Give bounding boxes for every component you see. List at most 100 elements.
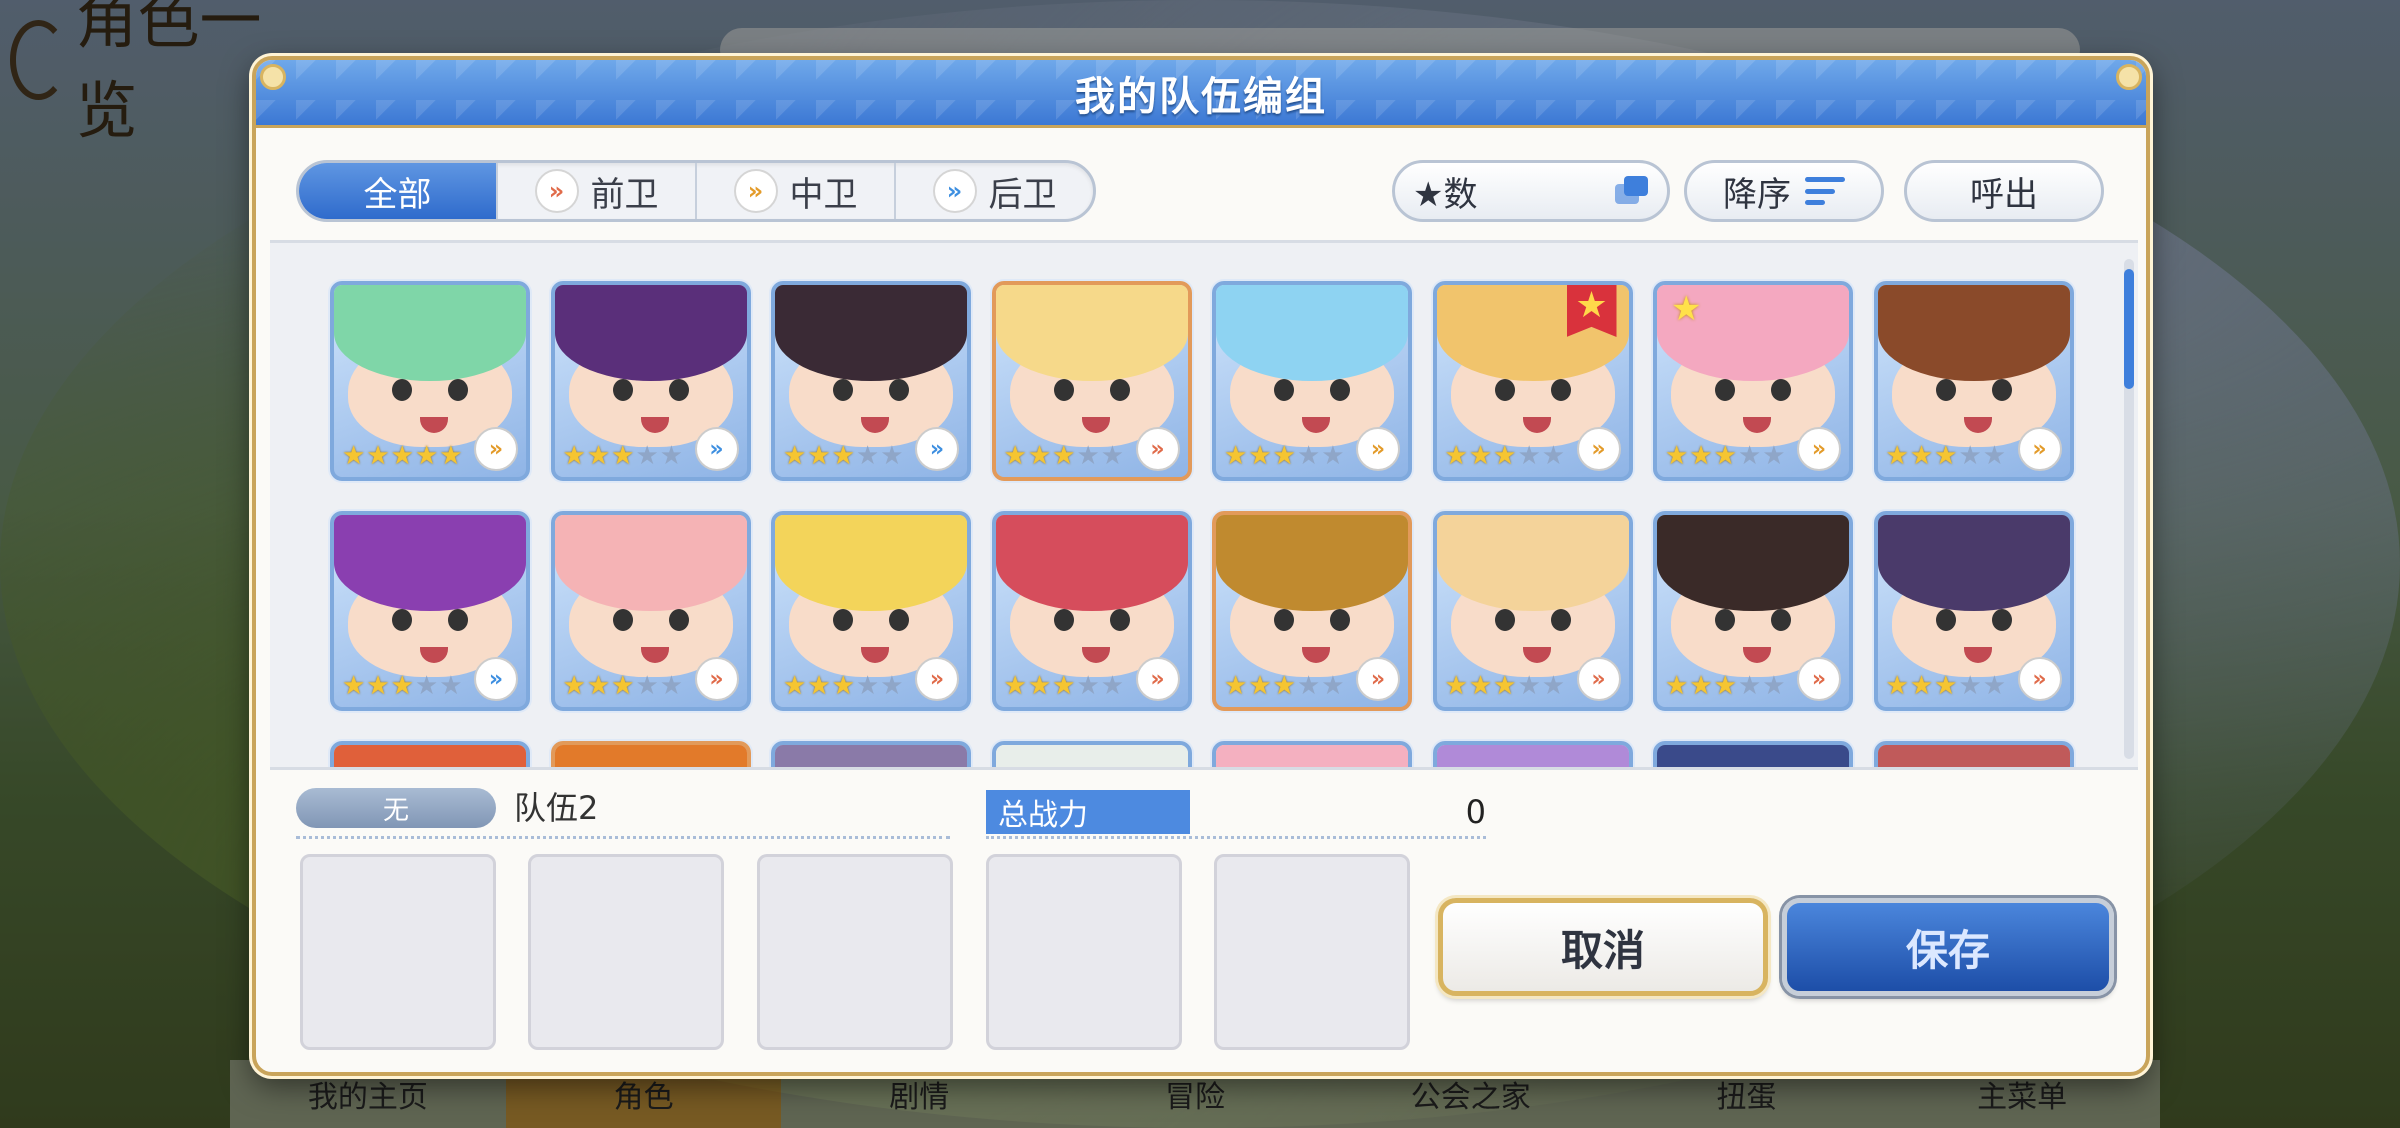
sort-descending-icon <box>1805 177 1845 205</box>
character-portrait <box>1877 745 2070 767</box>
new-star-icon: ★ <box>1671 289 1702 329</box>
portrait-hair <box>1436 515 1629 611</box>
star-rating: ★ ★ ★ ★ ★ <box>1886 443 2007 469</box>
star-rating: ★ ★ ★ ★ ★ <box>1665 443 1786 469</box>
character-card[interactable]: ★★★★★» <box>1873 511 2074 711</box>
scrollbar-thumb[interactable] <box>2124 269 2134 389</box>
star-rating: ★ ★ ★ ★ ★ <box>1665 673 1786 699</box>
tab-all[interactable]: 全部 <box>299 163 498 219</box>
character-card[interactable]: ★★★★★» <box>1873 741 2074 767</box>
character-card[interactable]: ★★★★★» <box>771 741 971 767</box>
portrait-eye <box>1274 609 1294 631</box>
star-icon: ★ <box>1493 441 1517 471</box>
team-slot-2[interactable] <box>528 854 724 1050</box>
team-slot-5[interactable] <box>1214 854 1410 1050</box>
portrait-eye <box>448 379 468 401</box>
character-card[interactable]: ★★★★★» <box>991 511 1192 711</box>
sort-order-button[interactable]: 降序 <box>1684 160 1884 222</box>
mid-role-icon: » <box>1576 427 1621 471</box>
portrait-eye <box>1053 379 1074 401</box>
team-name: 队伍2 <box>514 789 599 827</box>
front-role-icon: » <box>1356 657 1400 701</box>
star-rating: ★ ★ ★ ★ ★ <box>1224 673 1345 699</box>
portrait-hair <box>995 285 1188 381</box>
portrait-eye <box>1109 379 1130 401</box>
portrait-eye <box>1330 379 1350 401</box>
portrait-eye <box>889 379 909 401</box>
front-role-icon: » <box>2017 657 2062 701</box>
load-team-button[interactable]: 呼出 <box>1904 160 2104 222</box>
character-card[interactable]: ★★★★★» <box>550 741 751 767</box>
character-list[interactable]: ★ ★ ★ ★ ★» ★ ★ ★ ★ ★» ★ ★ ★ ★ ★» ★ ★ ★ ★ ★» ★ ★ ★ ★ ★» ★ ★ ★ ★ ★» ★ ★ ★ ★… <box>270 240 2138 770</box>
star-icon: ★ <box>1958 441 1982 471</box>
character-card[interactable]: ★★★★★» <box>1432 741 1633 767</box>
portrait-hair <box>775 745 967 767</box>
character-grid: ★ ★ ★ ★ ★» ★ ★ ★ ★ ★» ★ ★ ★ ★ ★» ★ ★ ★ ★ ★» ★ ★ ★ ★ ★» ★ ★ ★ ★ ★» ★ ★ ★ ★… <box>330 281 2074 767</box>
character-card[interactable]: ★ ★ ★ ★ ★» ★ <box>1432 281 1633 481</box>
tab-mid-label: 中卫 <box>789 174 858 215</box>
portrait-eye <box>392 609 412 631</box>
team-slot-1[interactable] <box>300 854 496 1050</box>
character-portrait <box>554 745 747 767</box>
portrait-hair <box>1216 515 1408 611</box>
character-card[interactable]: ★★★★★» <box>1432 511 1633 711</box>
character-card[interactable]: ★★★★★» <box>991 741 1192 767</box>
front-role-icon: » <box>915 657 959 701</box>
character-portrait <box>334 745 526 767</box>
star-rating: ★ ★ ★ ★ ★ <box>1445 673 1566 699</box>
star-icon: ★ <box>1027 671 1052 701</box>
character-card[interactable]: ★ ★ ★ ★ ★» ★ <box>1653 281 1853 481</box>
star-icon: ★ <box>635 441 659 471</box>
team-slot-4[interactable] <box>986 854 1182 1050</box>
star-icon: ★ <box>807 441 831 471</box>
star-rating: ★ ★ ★ ★ ★ <box>783 443 904 469</box>
star-icon: ★ <box>1689 671 1713 701</box>
star-icon: ★ <box>366 671 390 701</box>
character-card[interactable]: ★★★★★» <box>330 741 530 767</box>
tab-front[interactable]: » 前卫 <box>498 163 697 219</box>
sort-order-label: 降序 <box>1723 174 1791 215</box>
character-card[interactable]: ★★★★★» <box>550 511 751 711</box>
portrait-hair <box>1877 745 2070 767</box>
corner-ornament-icon <box>2116 64 2142 90</box>
sort-by-stars-button[interactable]: ★数 <box>1392 160 1670 222</box>
star-icon: ★ <box>1076 671 1100 701</box>
star-icon: ★ <box>635 671 659 701</box>
portrait-hair <box>775 515 967 611</box>
character-card[interactable]: ★★★★★» <box>771 281 971 481</box>
star-icon: ★ <box>1517 441 1541 471</box>
star-icon: ★ <box>1934 441 1958 471</box>
star-icon: ★ <box>1762 671 1786 701</box>
team-slot-3[interactable] <box>757 854 953 1050</box>
character-card[interactable]: ★★★★★» <box>1873 281 2074 481</box>
character-card[interactable]: ★★★★★» <box>1212 281 1412 481</box>
save-button[interactable]: 保存 <box>1782 898 2114 996</box>
star-icon: ★ <box>1885 441 1909 471</box>
back-role-icon: » <box>694 427 739 471</box>
character-card[interactable]: ★★★★★ » <box>771 511 971 711</box>
team-edit-dialog: 我的队伍编组 全部 » 前卫 » 中卫 » 后卫 ★数 降序 呼出 ★ ★ ★ … <box>252 56 2150 1076</box>
character-card[interactable]: ★★★★★» <box>1653 741 1853 767</box>
portrait-hair <box>334 745 526 767</box>
character-card[interactable]: ★★★★★» <box>330 281 530 481</box>
star-icon: ★ <box>880 441 904 471</box>
character-card[interactable]: ★★★★★» <box>1212 741 1412 767</box>
star-icon: ★ <box>1762 441 1786 471</box>
character-portrait <box>1436 745 1629 767</box>
tab-mid[interactable]: » 中卫 <box>697 163 896 219</box>
star-icon: ★ <box>1248 671 1272 701</box>
character-card[interactable]: ★★★★★ » <box>1212 511 1412 711</box>
star-icon: ★ <box>390 671 414 701</box>
cancel-button[interactable]: 取消 <box>1438 898 1768 996</box>
portrait-eye <box>1935 609 1956 631</box>
star-rating: ★ ★ ★ ★ ★ <box>783 673 904 699</box>
character-card[interactable]: ★★★★★» <box>330 511 530 711</box>
portrait-eye <box>1550 609 1571 631</box>
tab-back[interactable]: » 后卫 <box>896 163 1093 219</box>
star-icon: ★ <box>1321 441 1345 471</box>
character-card[interactable]: ★★★★★» <box>1653 511 1853 711</box>
portrait-eye <box>1550 379 1571 401</box>
character-card[interactable]: ★★★★★» <box>991 281 1192 481</box>
character-card[interactable]: ★★★★★» <box>550 281 751 481</box>
character-list-scrollbar[interactable] <box>2124 259 2134 759</box>
